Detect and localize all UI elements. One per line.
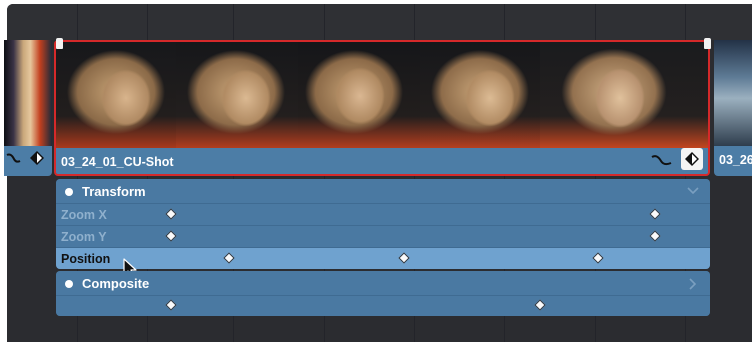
clip-thumbnail bbox=[714, 40, 752, 146]
clip-name: 03_24_01_CU-Shot bbox=[61, 155, 174, 169]
zoom-x-label: Zoom X bbox=[61, 208, 107, 222]
composite-bullet-icon bbox=[65, 280, 73, 288]
clip-name: 03_26 bbox=[719, 153, 752, 167]
chevron-down-icon[interactable] bbox=[686, 186, 700, 196]
zoom-y-row[interactable] bbox=[56, 226, 710, 247]
transform-bullet-icon bbox=[65, 188, 73, 196]
position-row[interactable] bbox=[56, 248, 710, 269]
selected-clip[interactable]: 03_24_01_CU-Shot bbox=[54, 40, 710, 176]
frame-thumbnail bbox=[420, 42, 540, 148]
next-clip[interactable]: 03_26 bbox=[714, 40, 752, 176]
keyframe-toggle-button[interactable] bbox=[681, 148, 703, 170]
keyframe-toggle-icon[interactable] bbox=[29, 150, 45, 166]
keyframe-toggle-icon bbox=[685, 152, 699, 166]
previous-clip[interactable] bbox=[4, 40, 52, 176]
transform-header[interactable] bbox=[56, 179, 710, 203]
timeline-ruler[interactable] bbox=[7, 4, 752, 40]
transform-title: Transform bbox=[82, 184, 146, 199]
frame-thumbnail bbox=[298, 42, 420, 148]
composite-row[interactable] bbox=[56, 296, 710, 316]
trim-handle-left[interactable] bbox=[56, 38, 63, 49]
frame-thumbnail bbox=[176, 42, 298, 148]
chevron-right-icon[interactable] bbox=[688, 277, 698, 291]
clip-thumbnail bbox=[4, 40, 52, 146]
position-label: Position bbox=[61, 252, 111, 266]
composite-group bbox=[56, 271, 710, 316]
transform-group bbox=[56, 179, 710, 269]
zoom-y-label: Zoom Y bbox=[61, 230, 107, 244]
curve-icon[interactable] bbox=[6, 150, 22, 166]
frame-thumbnail bbox=[540, 42, 708, 148]
composite-title: Composite bbox=[82, 276, 150, 291]
frame-thumbnail bbox=[56, 42, 176, 148]
zoom-x-row[interactable] bbox=[56, 204, 710, 225]
composite-header[interactable] bbox=[56, 271, 710, 295]
trim-handle-right[interactable] bbox=[704, 38, 711, 49]
clip-thumbnail-strip bbox=[56, 42, 708, 148]
curve-icon[interactable] bbox=[651, 152, 673, 168]
